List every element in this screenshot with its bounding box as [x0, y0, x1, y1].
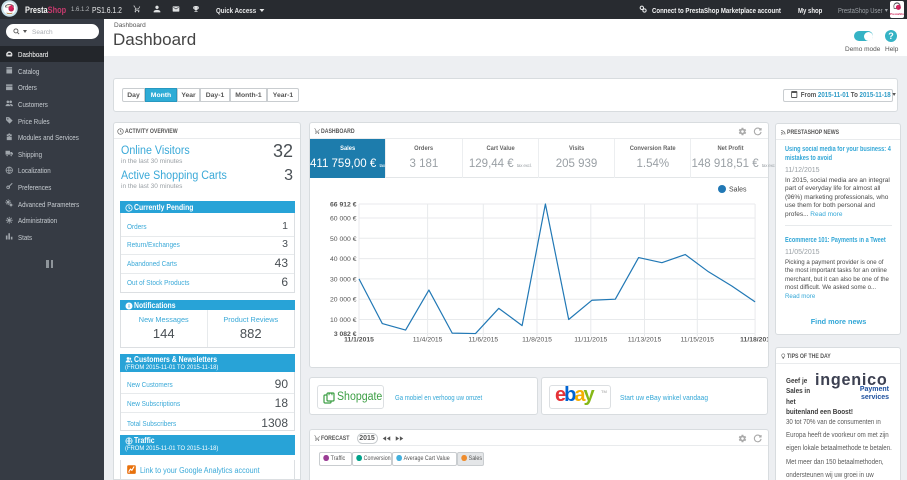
svg-text:10 000 €: 10 000 € [330, 317, 357, 324]
svg-text:11/13/2015: 11/13/2015 [628, 337, 662, 344]
svg-text:Sales: Sales [729, 187, 747, 194]
svg-text:66 912 €: 66 912 € [330, 201, 357, 208]
svg-text:20 000 €: 20 000 € [330, 297, 357, 304]
svg-text:30 000 €: 30 000 € [330, 276, 357, 283]
svg-text:11/8/2015: 11/8/2015 [522, 337, 552, 344]
svg-text:50 000 €: 50 000 € [330, 236, 357, 243]
svg-text:60 000 €: 60 000 € [330, 216, 357, 223]
svg-text:11/4/2015: 11/4/2015 [413, 337, 443, 344]
svg-text:11/18/201: 11/18/201 [740, 337, 768, 344]
svg-text:11/11/2015: 11/11/2015 [574, 337, 607, 344]
svg-text:11/1/2015: 11/1/2015 [344, 337, 374, 344]
svg-text:11/6/2015: 11/6/2015 [468, 337, 498, 344]
svg-text:11/15/2015: 11/15/2015 [681, 337, 715, 344]
svg-text:40 000 €: 40 000 € [330, 256, 357, 263]
